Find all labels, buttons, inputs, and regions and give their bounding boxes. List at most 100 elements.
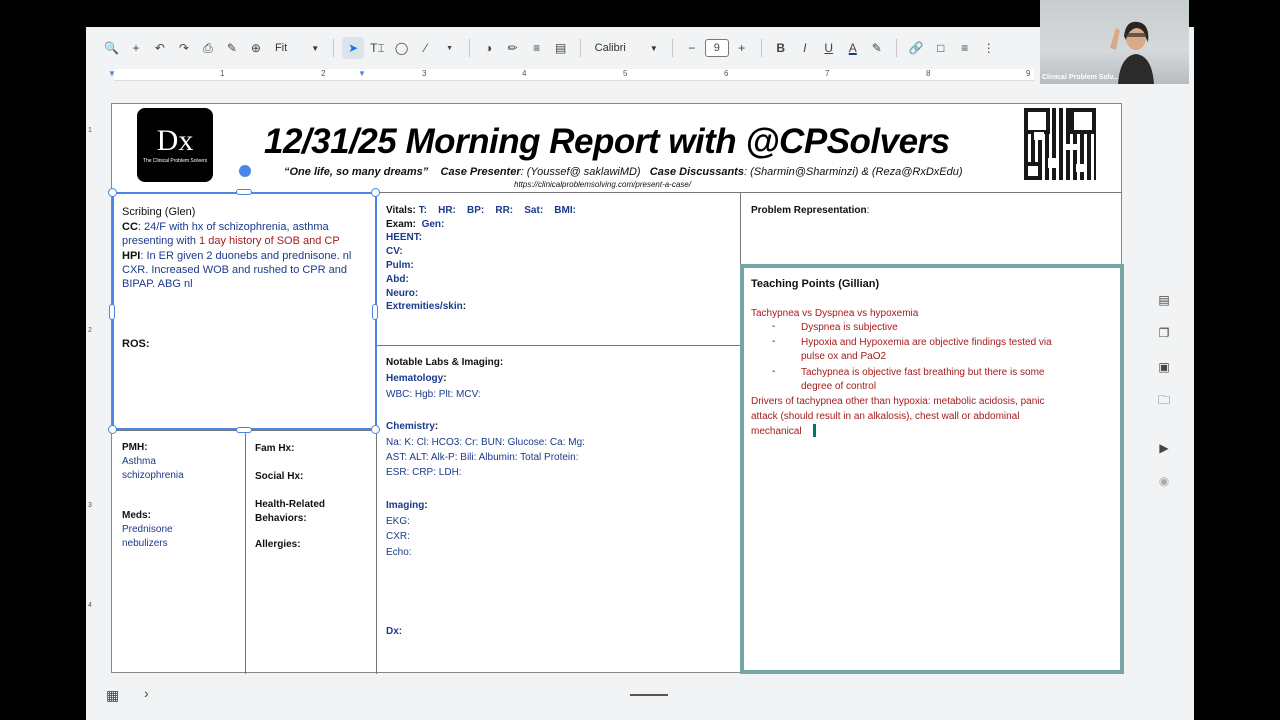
logo-subtext: The Clinical Problem Solvers <box>142 158 208 164</box>
discussants-label: Case Discussants <box>649 166 744 178</box>
bold-icon[interactable]: B <box>770 37 792 59</box>
chevron-right-icon[interactable]: › <box>144 685 149 701</box>
rotate-handle-icon[interactable] <box>239 165 251 177</box>
underline-icon[interactable]: U <box>818 37 840 59</box>
exam-extremities: Extremities/skin: <box>386 301 467 312</box>
line-icon[interactable]: ∕ <box>415 37 437 59</box>
grid-view-icon[interactable]: ▦ <box>106 687 119 704</box>
decrease-font-icon[interactable]: − <box>681 37 703 59</box>
teaching-bullet: pulse ox and PaO2 <box>801 351 887 362</box>
slides-editor: 🔍 + ↶ ↷ ⎙ ✎ ⊕ Fit ▼ ➤ T⌶ ◯ ∕ ▼ ◑ ✏ ≡ ▤ C… <box>86 27 1194 720</box>
select-tool-icon[interactable]: ➤ <box>342 37 365 59</box>
align-icon[interactable]: ≡ <box>954 37 976 59</box>
record-icon[interactable]: ◉ <box>1157 475 1171 487</box>
comment-icon[interactable]: □ <box>930 37 952 59</box>
exam-item: Abd: <box>386 274 409 285</box>
print-icon[interactable]: ⎙ <box>197 37 219 59</box>
allergies-label: Allergies: <box>255 539 301 550</box>
folder-icon[interactable]: 🗀 <box>1157 394 1171 406</box>
chief-complaint: CC: 24/F with hx of schizophrenia, asthm… <box>122 220 372 248</box>
case-url[interactable]: https://clinicalproblemsolving.com/prese… <box>514 180 691 189</box>
problem-rep-label: Problem Representation: <box>751 205 870 216</box>
hematology-label: Hematology: <box>386 373 447 384</box>
new-slide-icon[interactable]: + <box>125 37 147 59</box>
more-icon[interactable]: ⋮ <box>978 37 1000 59</box>
slide-subtitle[interactable]: “One life, so many dreams” Case Presente… <box>284 166 963 178</box>
highlight-icon[interactable]: ✎ <box>866 37 888 59</box>
resize-handle[interactable] <box>371 188 380 197</box>
teaching-line: Tachypnea vs Dyspnea vs hypoxemia <box>751 308 919 319</box>
chevron-down-icon: ▼ <box>649 43 658 53</box>
zoom-icon[interactable]: ⊕ <box>245 37 267 59</box>
zoom-value: Fit <box>274 42 288 54</box>
redo-icon[interactable]: ↷ <box>173 37 195 59</box>
hpi-text2: CXR. Increased WOB and rushed to CPR and <box>122 264 347 276</box>
search-menus-icon[interactable]: 🔍 <box>100 37 123 59</box>
teaching-bullet: Tachypnea is objective fast breathing bu… <box>801 367 1045 378</box>
shape-icon[interactable]: ◯ <box>391 37 413 59</box>
zoom-select[interactable]: Fit ▼ <box>269 37 325 59</box>
undo-icon[interactable]: ↶ <box>149 37 171 59</box>
notes-resize-handle[interactable] <box>630 694 668 696</box>
horizontal-ruler[interactable]: ▼ ▼ 1 2 3 4 5 6 7 8 9 <box>108 69 1034 81</box>
font-size-input[interactable]: 9 <box>704 39 729 57</box>
health-behaviors-label: Health-Related Behaviors: <box>255 499 326 524</box>
resize-handle[interactable] <box>236 189 252 195</box>
resize-handle[interactable] <box>108 425 117 434</box>
present-icon[interactable]: ▶ <box>1157 442 1171 454</box>
border-weight-icon[interactable]: ≡ <box>526 37 548 59</box>
webcam-video[interactable]: Clinical Problem Solv... <box>1040 0 1189 84</box>
pmh-label: PMH: <box>122 442 148 453</box>
paint-format-icon[interactable]: ✎ <box>221 37 243 59</box>
italic-icon[interactable]: I <box>794 37 816 59</box>
line-chevron-icon[interactable]: ▼ <box>439 37 461 59</box>
toolbar: 🔍 + ↶ ↷ ⎙ ✎ ⊕ Fit ▼ ➤ T⌶ ◯ ∕ ▼ ◑ ✏ ≡ ▤ C… <box>100 35 1176 61</box>
image-search-icon[interactable]: ▣ <box>1157 361 1171 373</box>
resize-handle[interactable] <box>236 427 252 433</box>
fam-hx-label: Fam Hx: <box>255 443 295 454</box>
ruler-mark: 9 <box>1026 69 1031 78</box>
resize-handle[interactable] <box>108 188 117 197</box>
slide-title[interactable]: 12/31/25 Morning Report with @CPSolvers <box>264 122 950 162</box>
ruler-mark: 7 <box>825 69 830 78</box>
toolbar-divider <box>468 39 470 57</box>
text-color-icon[interactable]: A <box>842 37 864 59</box>
scribing-heading: Scribing (Glen) <box>122 206 196 218</box>
text-box-icon[interactable]: T⌶ <box>366 37 389 59</box>
vruler-mark: 3 <box>88 502 92 509</box>
slide-canvas[interactable]: Dx The Clinical Problem Solvers 12/31/25… <box>108 103 1124 674</box>
teaching-paragraph: mechanical <box>751 426 802 437</box>
vertical-ruler[interactable]: 1 2 3 4 <box>86 97 98 677</box>
exam-item: HEENT: <box>386 232 423 243</box>
toolbar-divider <box>579 39 581 57</box>
pmh-item: schizophrenia <box>122 470 184 481</box>
teaching-points-box[interactable] <box>740 264 1124 674</box>
fill-color-icon[interactable]: ◑ <box>478 37 500 59</box>
speaker-notes-icon[interactable]: ▤ <box>1157 294 1171 306</box>
ros-label: ROS: <box>122 338 150 350</box>
increase-font-icon[interactable]: + <box>731 37 753 59</box>
imaging-item: EKG: <box>386 516 410 527</box>
hpi-text3: BIPAP. ABG nl <box>122 278 193 290</box>
ruler-mark: 2 <box>321 69 326 78</box>
grid-line <box>376 345 740 346</box>
border-color-icon[interactable]: ✏ <box>502 37 524 59</box>
indent-marker-icon[interactable]: ▼ <box>358 69 366 78</box>
resize-handle[interactable] <box>372 304 378 320</box>
cc-red: 1 day history of SOB and CP <box>199 235 340 247</box>
link-icon[interactable]: 🔗 <box>905 37 928 59</box>
meds-item: nebulizers <box>122 538 168 549</box>
toolbar-divider <box>760 39 762 57</box>
indent-marker-icon[interactable]: ▼ <box>108 69 116 78</box>
slides-list-icon[interactable]: ❐ <box>1157 327 1171 339</box>
presenter-video-icon <box>1110 21 1154 84</box>
resize-handle[interactable] <box>371 425 380 434</box>
font-select[interactable]: Calibri ▼ <box>589 37 664 59</box>
border-dash-icon[interactable]: ▤ <box>550 37 572 59</box>
resize-handle[interactable] <box>109 304 115 320</box>
logo-text: Dx <box>156 124 194 157</box>
teaching-bullet: Hypoxia and Hypoxemia are objective find… <box>801 337 1052 348</box>
ruler-mark: 5 <box>623 69 628 78</box>
chemistry-values: AST: ALT: Alk-P: Bili: Albumin: Total Pr… <box>386 452 579 463</box>
imaging-label: Imaging: <box>386 500 428 511</box>
